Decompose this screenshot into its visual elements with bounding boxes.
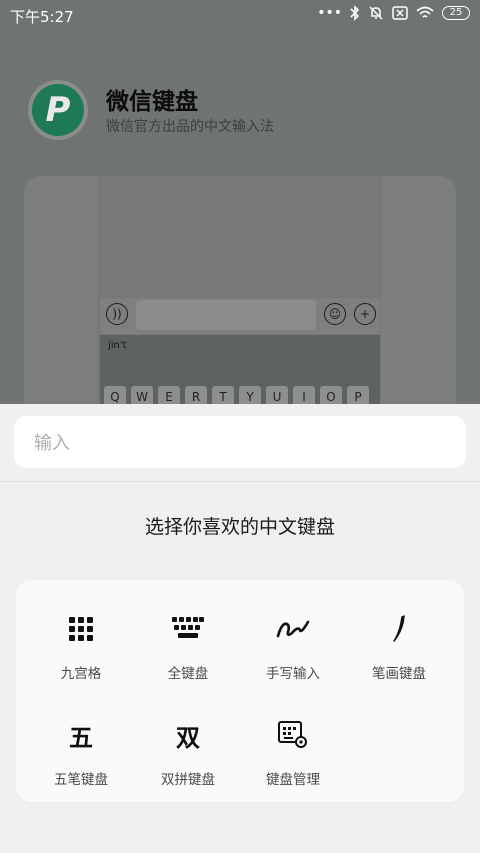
app-subtitle: 微信官方出品的中文输入法 [106,119,274,135]
divider [0,481,480,482]
option-label: 九宫格 [60,666,102,682]
preview-input [136,300,316,330]
option-full-keyboard[interactable]: 全键盘 [133,602,243,682]
search-box[interactable] [14,416,466,470]
app-logo: P [28,80,88,140]
option-nine-grid[interactable]: 九宫格 [26,602,136,682]
option-shuangpin[interactable]: 双 双拼键盘 [133,708,243,789]
logo-mark-icon: P [45,90,71,130]
status-bar: 下午5:27 ••• 25 [0,0,480,30]
nine-grid-icon [61,612,101,646]
search-input[interactable] [32,416,446,470]
option-label: 双拼键盘 [161,772,215,788]
app-title: 微信键盘 [106,89,198,115]
option-keyboard-settings[interactable]: 键盘管理 [238,708,348,788]
option-handwriting[interactable]: 手写输入 [238,602,348,682]
more-dots-icon: ••• [317,5,342,21]
keyboard-options-card: 九宫格 全键盘 手写输入 笔画键盘 五 五笔键盘 双 双拼键盘 键盘管理 [16,580,464,802]
sim-off-icon [392,6,408,20]
option-stroke[interactable]: 笔画键盘 [344,602,454,682]
stroke-icon [379,612,419,646]
handwriting-icon [273,612,313,646]
full-keyboard-icon [168,612,208,646]
emoji-icon: ☺ [324,303,346,325]
status-time: 下午5:27 [10,8,74,26]
keyboard-settings-icon [273,718,313,752]
preview-pinyin: jin't [108,340,127,351]
battery-icon: 25 [442,6,470,20]
voice-icon: )) [106,303,128,325]
wifi-icon [416,6,434,18]
status-icons: ••• 25 [317,5,470,21]
wubi-icon: 五 [69,723,93,752]
option-label: 键盘管理 [266,772,320,788]
mute-bell-icon [369,6,383,20]
option-label: 五笔键盘 [54,772,108,788]
option-label: 全键盘 [167,666,209,682]
sheet-prompt: 选择你喜欢的中文键盘 [144,516,335,538]
option-label: 笔画键盘 [372,666,426,682]
plus-icon: + [354,303,376,325]
option-wubi[interactable]: 五 五笔键盘 [26,708,136,789]
shuangpin-icon: 双 [176,723,200,752]
option-label: 手写输入 [266,666,320,682]
bluetooth-icon [350,5,360,21]
